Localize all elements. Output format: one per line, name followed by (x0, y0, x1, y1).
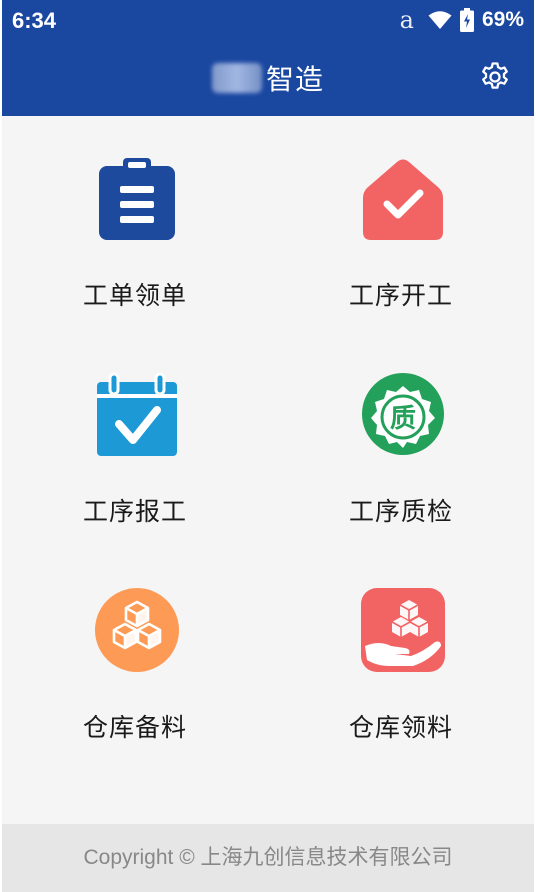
title-redacted-region (211, 63, 262, 93)
menu-item-warehouse-pick[interactable]: 仓库领料 (268, 548, 534, 764)
battery-percent: 69% (481, 8, 524, 31)
calendar-check-icon (97, 372, 177, 456)
app-bar: 智造 (2, 40, 534, 116)
status-bar: 6:34 a 69% (2, 0, 534, 40)
menu-item-label: 工单领单 (82, 281, 187, 310)
menu-item-process-start[interactable]: 工序开工 (268, 116, 534, 332)
menu-item-process-quality-check[interactable]: 质 工序质检 (268, 332, 534, 548)
settings-button[interactable] (478, 60, 512, 94)
wifi-icon (428, 11, 452, 29)
app-title-text: 智造 (265, 63, 324, 96)
app-screen: 6:34 a 69% 智造 工单领单 工序开工 工序报工 质 工序质检 仓库备料… (2, 0, 534, 892)
menu-item-process-report[interactable]: 工序报工 (2, 332, 268, 548)
amazon-notification-icon: a (399, 6, 414, 34)
house-check-icon (363, 159, 443, 240)
hand-boxes-icon (361, 588, 445, 672)
status-icons: a 69% (399, 6, 524, 34)
clipboard-icon (99, 158, 175, 240)
boxes-stack-icon (95, 588, 179, 672)
status-time: 6:34 (12, 8, 57, 33)
menu-grid: 工单领单 工序开工 工序报工 质 工序质检 仓库备料 仓库领料 (2, 116, 534, 824)
menu-item-warehouse-prepare[interactable]: 仓库备料 (2, 548, 268, 764)
copyright-footer: Copyright © 上海九创信息技术有限公司 (2, 824, 534, 892)
battery-charging-icon (459, 8, 474, 32)
quality-badge-text: 质 (390, 404, 416, 434)
menu-item-label: 工序开工 (348, 281, 453, 310)
menu-item-label: 仓库备料 (82, 713, 187, 742)
quality-badge-icon: 质 (362, 373, 444, 455)
app-title: 智造 (2, 58, 534, 98)
menu-item-label: 工序报工 (82, 497, 187, 526)
menu-item-label: 仓库领料 (348, 713, 453, 742)
gear-icon (482, 62, 508, 89)
menu-item-label: 工序质检 (348, 497, 453, 526)
menu-item-work-order-claim[interactable]: 工单领单 (2, 116, 268, 332)
